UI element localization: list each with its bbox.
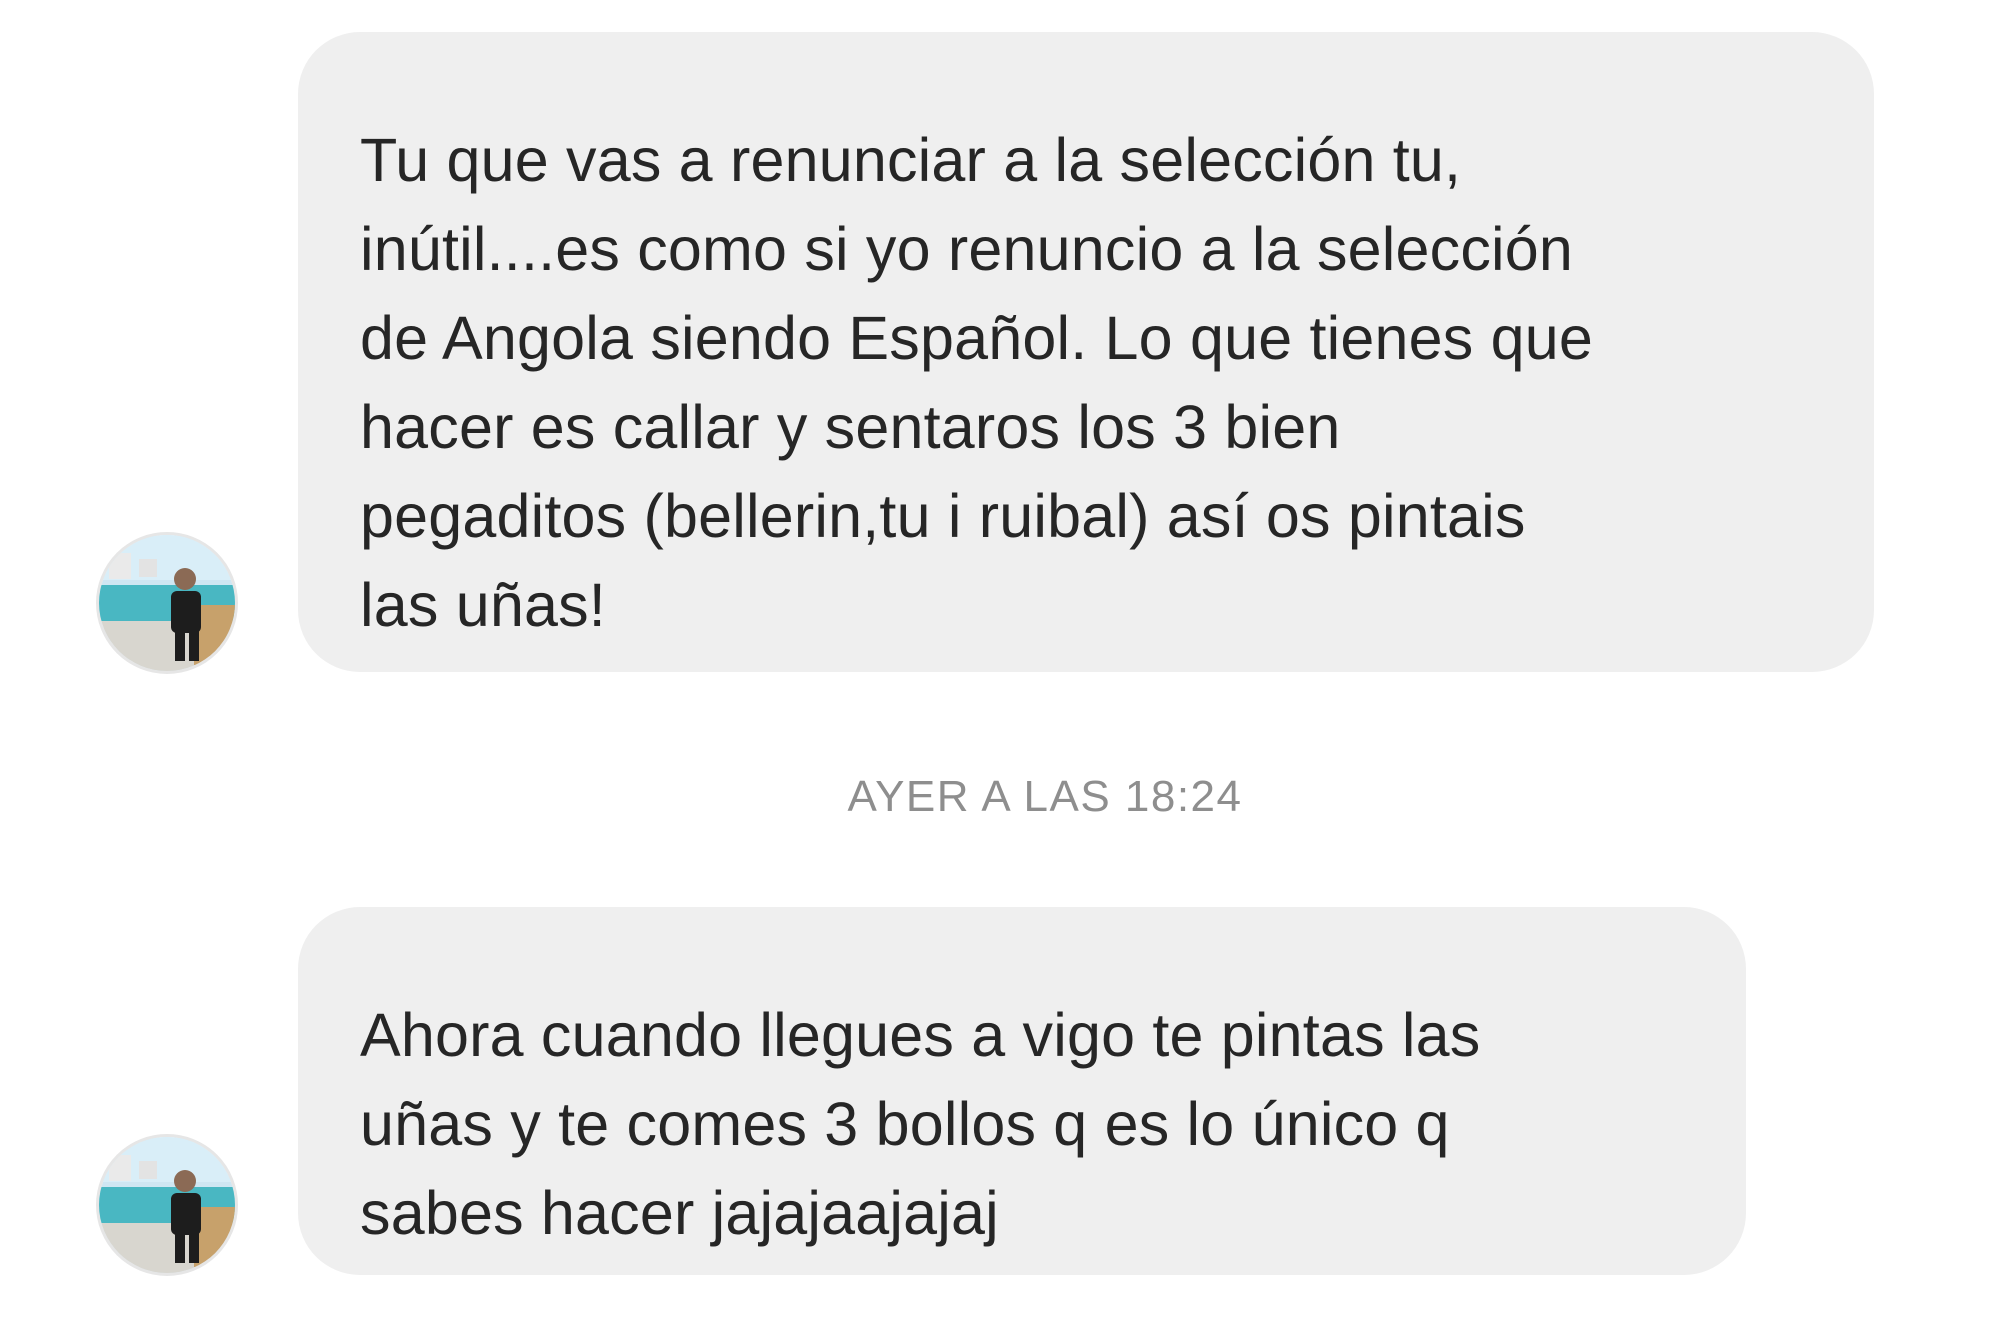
- message-bubble[interactable]: Tu que vas a renunciar a la selección tu…: [298, 32, 1874, 672]
- profile-photo-icon[interactable]: [96, 532, 238, 674]
- message-text: Ahora cuando llegues a vigo te pintas la…: [360, 1001, 1481, 1247]
- profile-photo-icon[interactable]: [96, 1134, 238, 1276]
- message-text: Tu que vas a renunciar a la selección tu…: [360, 126, 1593, 639]
- message-thread: Tu que vas a renunciar a la selección tu…: [0, 0, 2000, 1333]
- message-timestamp: AYER A LAS 18:24: [847, 772, 1243, 821]
- message-bubble[interactable]: Ahora cuando llegues a vigo te pintas la…: [298, 907, 1746, 1275]
